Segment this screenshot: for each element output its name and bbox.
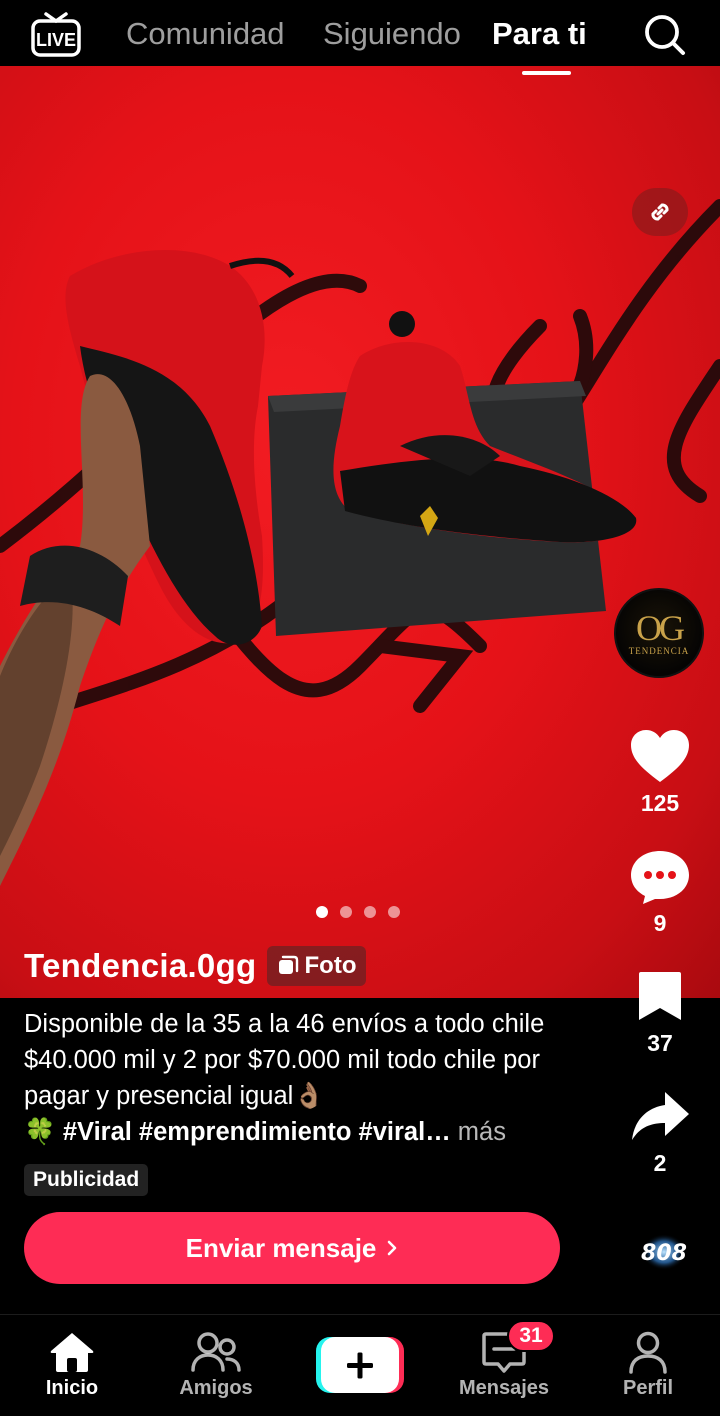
caption-more-link[interactable]: más (458, 1118, 506, 1146)
sound-disc[interactable]: 808 (626, 1232, 702, 1272)
live-icon[interactable]: LIVE (30, 10, 82, 58)
sponsored-badge: Publicidad (24, 1164, 149, 1196)
carousel-dot[interactable] (388, 906, 400, 918)
carousel-dot[interactable] (340, 906, 352, 918)
svg-text:LIVE: LIVE (36, 30, 76, 50)
share-count: 2 (653, 1150, 667, 1176)
like-count: 125 (640, 790, 680, 816)
save-count: 37 (647, 1030, 673, 1056)
author-username[interactable]: Tendencia.0gg (24, 947, 257, 985)
photo-type-label: Foto (304, 952, 357, 979)
sound-label: 808 (641, 1241, 687, 1266)
create-post-button[interactable] (316, 1337, 404, 1393)
carousel-dot[interactable] (316, 906, 328, 918)
send-message-button[interactable]: Enviar mensaje (24, 1212, 560, 1284)
photo-stack-icon (278, 955, 298, 974)
caption-hashtags[interactable]: 🍀 #Viral #emprendimiento #viral… (24, 1118, 451, 1146)
nav-profile[interactable]: Perfil (588, 1315, 708, 1416)
tab-siguiendo[interactable]: Siguiendo (323, 16, 461, 52)
author-row: Tendencia.0gg Foto (24, 946, 367, 986)
chevron-right-icon (388, 1240, 397, 1256)
comment-icon (631, 851, 689, 904)
nav-inbox-label: Mensajes (458, 1377, 550, 1399)
like-button[interactable]: 125 (615, 728, 705, 817)
profile-icon (623, 1329, 673, 1375)
carousel-indicator (316, 906, 400, 918)
comment-count: 9 (653, 910, 667, 936)
messages-unread-badge: 31 (507, 1320, 555, 1352)
bookmark-icon (639, 972, 681, 1020)
nav-profile-label: Perfil (622, 1377, 674, 1399)
share-button[interactable]: 2 (615, 1088, 705, 1177)
heart-icon (631, 730, 689, 782)
nav-home[interactable]: Inicio (12, 1315, 132, 1416)
link-button[interactable] (632, 188, 688, 236)
nav-home-label: Inicio (45, 1377, 99, 1399)
nav-friends-label: Amigos (179, 1377, 253, 1399)
bottom-navigation: Inicio Amigos Mensajes Perfil (0, 1314, 720, 1416)
carousel-dot[interactable] (364, 906, 376, 918)
post-image[interactable] (0, 66, 720, 998)
tab-para-ti[interactable]: Para ti (492, 16, 587, 52)
avatar-monogram: OG (636, 608, 685, 648)
comment-button[interactable]: 9 (615, 848, 705, 937)
post-caption[interactable]: Disponible de la 35 a la 46 envíos a tod… (24, 1006, 584, 1150)
friends-icon (191, 1329, 241, 1375)
top-bar: LIVE Comunidad Siguiendo Para ti (0, 0, 720, 66)
sneaker-photo (0, 199, 720, 886)
avatar-subtitle: TENDENCIA (628, 646, 690, 656)
active-tab-indicator (522, 71, 571, 75)
search-icon[interactable] (638, 10, 690, 58)
nav-friends[interactable]: Amigos (156, 1315, 276, 1416)
avatar[interactable]: OG TENDENCIA (614, 588, 704, 678)
caption-text: Disponible de la 35 a la 46 envíos a tod… (24, 1010, 545, 1110)
save-button[interactable]: 37 (615, 968, 705, 1057)
photo-type-badge: Foto (266, 946, 367, 986)
send-message-label: Enviar mensaje (185, 1232, 377, 1263)
link-icon (651, 203, 669, 221)
home-icon (47, 1329, 97, 1375)
tab-comunidad[interactable]: Comunidad (126, 16, 285, 52)
share-icon (632, 1092, 689, 1140)
